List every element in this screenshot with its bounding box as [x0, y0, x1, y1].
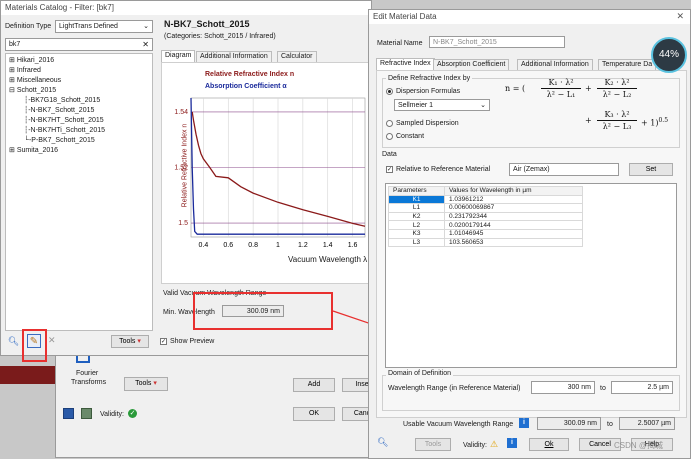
usable-range-label: Usable Vacuum Wavelength Range: [403, 421, 514, 428]
formula-l2: λ² − L₂: [602, 90, 632, 99]
table-row[interactable]: L1 0.00600069867: [388, 203, 583, 213]
formula-line-1: n = (: [505, 84, 526, 93]
set-button[interactable]: Set: [629, 163, 673, 176]
wavelength-to-label: to: [600, 385, 606, 392]
formula-l3: λ² − L₃: [602, 122, 632, 131]
wavelength-range-label: Wavelength Range (in Reference Material): [388, 385, 521, 392]
wavelength-from-input[interactable]: 300 nm: [531, 381, 595, 394]
param-value[interactable]: 0.0200179144: [444, 220, 583, 230]
sampled-label: Sampled Dispersion: [396, 120, 459, 127]
table-row[interactable]: K3 1.01046945: [388, 228, 583, 239]
edit-material-window: Edit Material Data ✕ Material Name N-BK7_…: [368, 9, 691, 459]
formula-k3: K₃ · λ²: [597, 110, 637, 121]
formula-k1: K₁ · λ²: [541, 78, 581, 89]
edit-titlebar: Edit Material Data ✕: [369, 10, 690, 24]
edit-title: Edit Material Data: [373, 12, 437, 21]
info-button-icon[interactable]: i: [507, 438, 517, 448]
edit-tools-button[interactable]: Tools: [415, 438, 451, 451]
close-icon[interactable]: ✕: [676, 11, 684, 22]
constant-label: Constant: [396, 133, 425, 140]
table-row[interactable]: L3 103.560653: [388, 237, 583, 248]
tab-refractive-index[interactable]: Refractive Index: [376, 58, 435, 70]
edit-validity-label: Validity:: [463, 442, 487, 449]
param-name: K1: [388, 194, 445, 205]
formula-plus-1: +: [585, 84, 592, 93]
define-label: Define Refractive Index by: [386, 74, 473, 83]
param-name: L1: [388, 203, 445, 213]
material-name-label: Material Name: [377, 40, 423, 47]
constant-radio[interactable]: [386, 133, 393, 140]
param-name: L2: [388, 220, 445, 230]
tab-absorption-coefficient[interactable]: Absorption Coefficient: [433, 59, 510, 70]
formula-l1: λ² − L₁: [546, 90, 576, 99]
table-row[interactable]: K1 1.03961212: [388, 194, 583, 205]
param-name: K2: [388, 211, 445, 222]
param-value[interactable]: 1.03961212: [444, 194, 583, 205]
table-header-row: Parameters Values for Wavelength in µm: [388, 186, 583, 196]
reference-material-field[interactable]: Air (Zemax): [509, 163, 619, 176]
progress-badge: 44%: [651, 37, 687, 73]
relative-checkbox[interactable]: ✓: [386, 166, 393, 173]
header-parameters: Parameters: [388, 186, 445, 196]
param-name: K3: [388, 228, 445, 239]
data-label: Data: [382, 151, 397, 158]
param-value[interactable]: 0.231792344: [444, 211, 583, 222]
param-value[interactable]: 1.01046945: [444, 228, 583, 239]
dispersion-label: Dispersion Formulas: [396, 88, 461, 95]
sampled-radio[interactable]: [386, 120, 393, 127]
table-row[interactable]: L2 0.0200179144: [388, 220, 583, 230]
wavelength-to-input[interactable]: 2.5 µm: [611, 381, 673, 394]
relative-label: Relative to Reference Material: [396, 166, 491, 173]
formula-select[interactable]: Sellmeier 1 ⌄: [394, 99, 490, 111]
warning-icon: ⚠: [490, 439, 499, 449]
tab-additional-information[interactable]: Additional Information: [517, 59, 593, 70]
ok-button[interactable]: Ok: [529, 438, 569, 451]
param-value[interactable]: 103.560653: [444, 237, 583, 248]
watermark: CSDN @揭城: [614, 441, 664, 450]
table-row[interactable]: K2 0.231792344: [388, 211, 583, 222]
formula-plus-2: +: [585, 116, 592, 125]
chevron-down-icon: ⌄: [480, 102, 486, 109]
search-icon[interactable]: 🔍︎: [377, 437, 388, 448]
usable-to-field: 2.5007 µm: [619, 417, 675, 430]
formula-close: + 1)0.5: [641, 117, 669, 128]
progress-badge-value: 44%: [658, 49, 679, 60]
dispersion-radio[interactable]: [386, 88, 393, 95]
header-values: Values for Wavelength in µm: [444, 186, 583, 196]
usable-to-label: to: [607, 421, 613, 428]
formula-k2: K₂ · λ²: [597, 78, 637, 89]
param-value[interactable]: 0.00600069867: [444, 203, 583, 213]
tab-temperature[interactable]: Temperature Da: [598, 59, 657, 70]
params-table: Parameters Values for Wavelength in µm K1…: [388, 186, 583, 248]
param-name: L3: [388, 237, 445, 248]
info-icon[interactable]: i: [519, 418, 529, 428]
usable-from-field: 300.09 nm: [537, 417, 601, 430]
domain-label: Domain of Definition: [386, 369, 454, 378]
material-name-field[interactable]: N-BK7_Schott_2015: [429, 36, 565, 48]
